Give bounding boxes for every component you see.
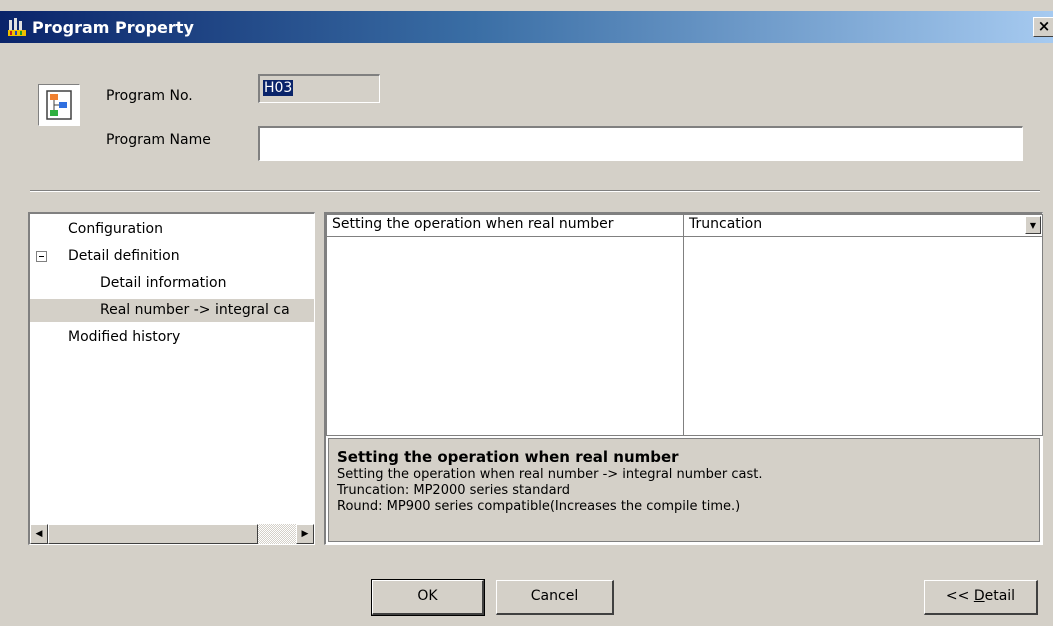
program-no-value: H03	[263, 80, 294, 96]
tree-item-detail-definition[interactable]: Detail definition	[30, 245, 314, 268]
description-title: Setting the operation when real number	[337, 448, 679, 466]
separator	[30, 190, 1040, 192]
chevron-right-icon: ▶	[301, 529, 309, 539]
scroll-left-button[interactable]: ◀	[30, 524, 48, 544]
tree-item-label: Detail definition	[68, 248, 180, 264]
tree-item-detail-information[interactable]: Detail information	[30, 272, 314, 295]
empty-cell	[683, 236, 1043, 436]
program-no-field[interactable]: H03	[258, 74, 380, 103]
property-grid: Setting the operation when real number T…	[324, 212, 1043, 545]
tree-horizontal-scrollbar[interactable]: ◀ ▶	[30, 524, 314, 544]
description-line: Truncation: MP2000 series standard	[337, 483, 570, 498]
close-icon: ×	[1037, 17, 1051, 35]
close-button[interactable]: ×	[1033, 17, 1053, 37]
scroll-right-button[interactable]: ▶	[296, 524, 314, 544]
description-line: Round: MP900 series compatible(Increases…	[337, 499, 741, 514]
empty-row	[326, 236, 1043, 436]
detail-button[interactable]: << Detail	[924, 580, 1038, 615]
program-icon	[38, 84, 80, 126]
property-value: Truncation	[689, 216, 763, 232]
window-title: Program Property	[32, 17, 194, 37]
program-name-label: Program Name	[106, 132, 211, 148]
ok-button[interactable]: OK	[371, 579, 485, 616]
settings-tree[interactable]: Configuration Detail definition Detail i…	[28, 212, 315, 545]
property-value-dropdown[interactable]: Truncation ▼	[683, 214, 1043, 237]
description-panel: Setting the operation when real number S…	[328, 438, 1040, 542]
detail-label: etail	[984, 588, 1016, 604]
tree-item-label: Detail information	[100, 275, 227, 291]
tree-item-real-number-cast[interactable]: Real number -> integral ca	[30, 299, 314, 322]
tree-item-configuration[interactable]: Configuration	[30, 218, 314, 241]
chevron-left-icon: ◀	[35, 529, 43, 539]
empty-cell	[326, 236, 684, 436]
app-icon	[7, 17, 27, 37]
description-line: Setting the operation when real number -…	[337, 467, 763, 482]
program-name-field[interactable]	[258, 126, 1023, 161]
collapse-icon[interactable]	[36, 251, 47, 262]
detail-accelerator: D	[973, 588, 985, 604]
tree-item-label: Modified history	[68, 329, 181, 345]
property-row[interactable]: Setting the operation when real number T…	[326, 214, 1043, 237]
detail-prefix: <<	[945, 588, 974, 604]
program-no-label: Program No.	[106, 88, 193, 104]
title-bar[interactable]: Program Property ×	[0, 11, 1053, 43]
property-name: Setting the operation when real number	[326, 214, 684, 237]
property-table: Setting the operation when real number T…	[326, 214, 1043, 436]
tree-item-label: Real number -> integral ca	[100, 302, 290, 318]
scroll-thumb[interactable]	[48, 524, 258, 544]
tree-item-modified-history[interactable]: Modified history	[30, 326, 314, 349]
tree-item-label: Configuration	[68, 221, 163, 237]
dropdown-arrow-icon[interactable]: ▼	[1025, 216, 1041, 234]
cancel-button[interactable]: Cancel	[496, 580, 614, 615]
scroll-track[interactable]	[258, 524, 296, 544]
